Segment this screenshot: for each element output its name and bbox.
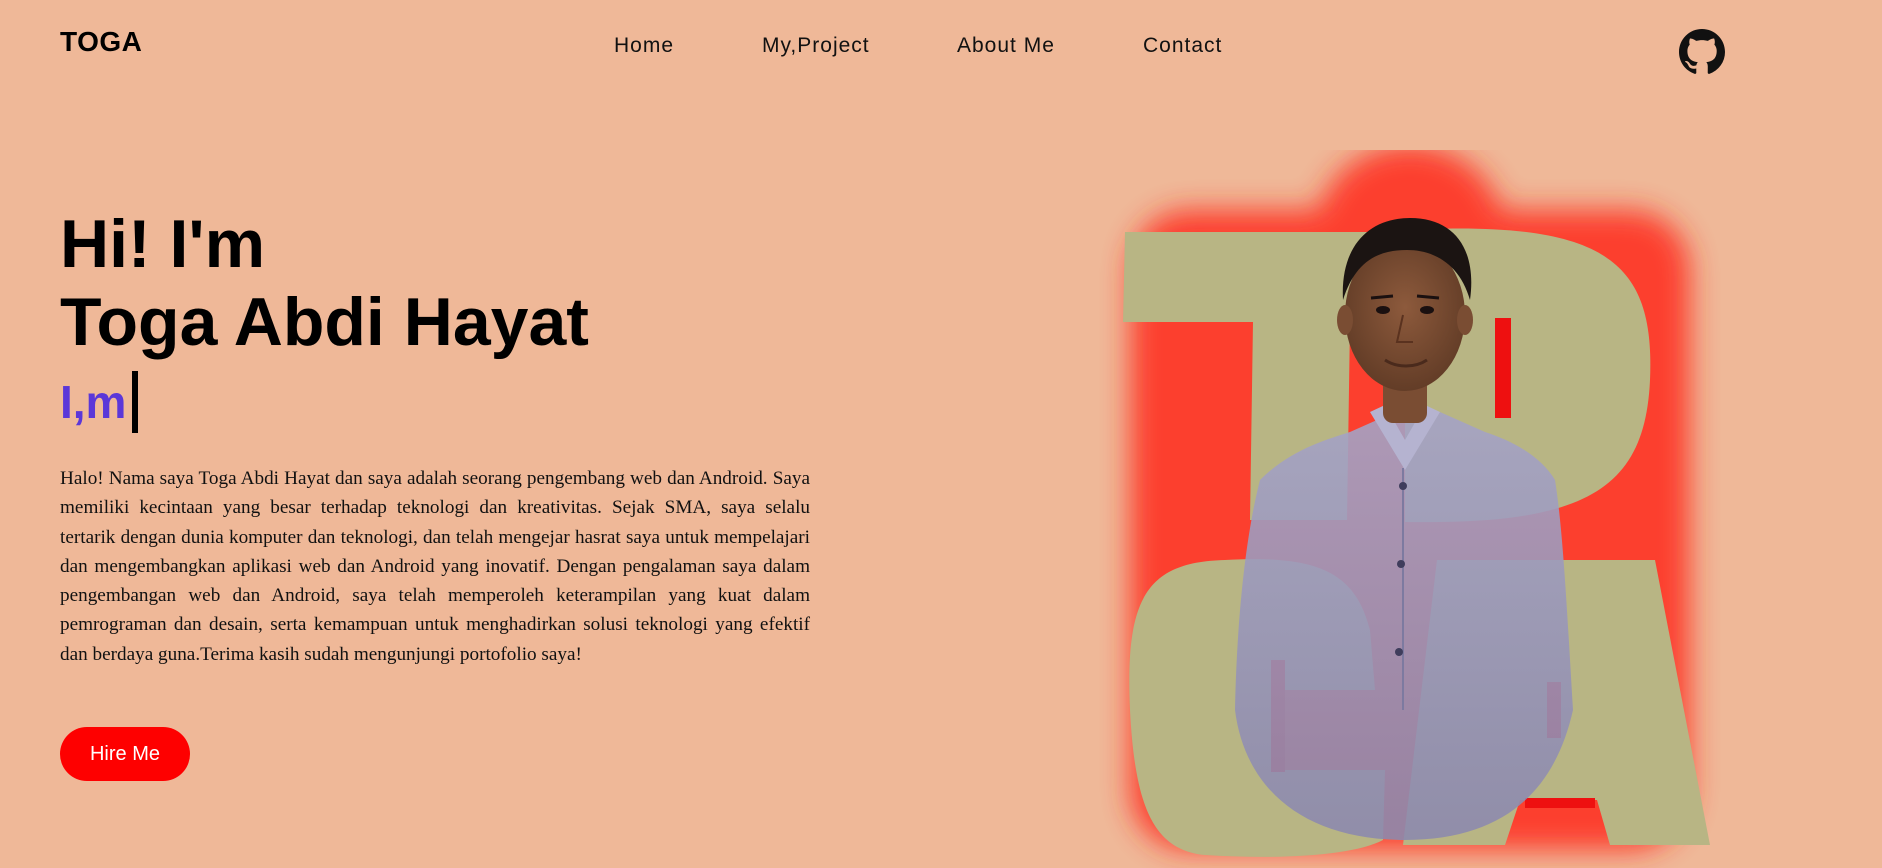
github-icon[interactable]	[1679, 29, 1725, 75]
nav-my-project[interactable]: My,Project	[762, 34, 870, 58]
typing-text: I,m	[60, 376, 127, 428]
hero-portrait-art: T O G A	[1123, 150, 1710, 857]
hire-me-button[interactable]: Hire Me	[60, 727, 190, 781]
hero-title: Hi! I'm Toga Abdi Hayat	[60, 205, 589, 361]
nav-home[interactable]: Home	[614, 34, 674, 58]
typing-line: I,m	[60, 371, 139, 433]
hero-name: Toga Abdi Hayat	[60, 284, 589, 360]
nav-about-me[interactable]: About Me	[957, 34, 1055, 58]
typing-caret	[132, 371, 139, 433]
main-nav: Home My,Project About Me Contact	[0, 34, 1882, 64]
hero-greeting: Hi! I'm	[60, 206, 266, 282]
nav-contact[interactable]: Contact	[1143, 34, 1222, 58]
hero-bio: Halo! Nama saya Toga Abdi Hayat dan saya…	[60, 468, 810, 665]
